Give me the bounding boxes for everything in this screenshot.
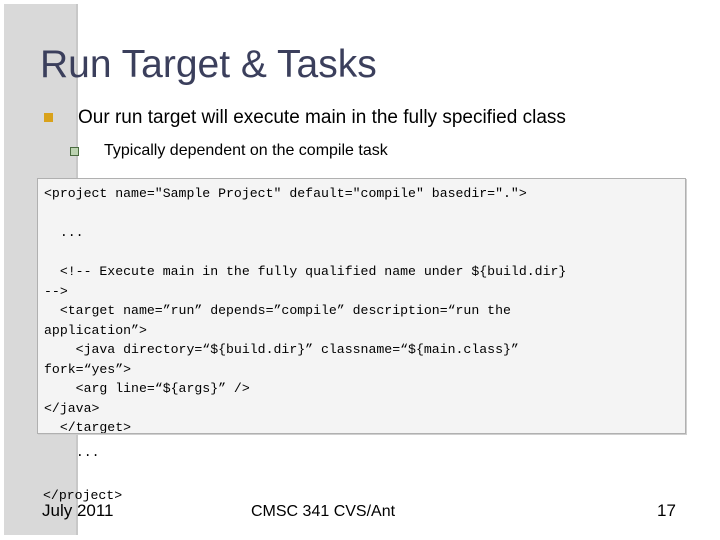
bullet-item-secondary: Typically dependent on the compile task [70, 141, 388, 161]
code-snippet-text: <project name="Sample Project" default="… [44, 186, 567, 434]
slide-title: Run Target & Tasks [40, 43, 377, 86]
code-snippet-box: <project name="Sample Project" default="… [37, 178, 686, 434]
code-overflow-ellipsis: ... [60, 445, 100, 460]
footer-page-number: 17 [657, 501, 676, 520]
bullet-item-secondary-label: Typically dependent on the compile task [104, 142, 388, 159]
bullet-item-primary-label: Our run target will execute main in the … [78, 107, 566, 128]
footer-course-label: CMSC 341 CVS/Ant [251, 503, 396, 520]
slide-canvas: Run Target & Tasks Our run target will e… [0, 0, 720, 540]
bullet-item-primary: Our run target will execute main in the … [44, 106, 566, 129]
filled-square-marker-icon [44, 113, 53, 122]
hollow-square-marker-icon [70, 147, 79, 156]
footer-date: July 2011 [42, 501, 114, 520]
